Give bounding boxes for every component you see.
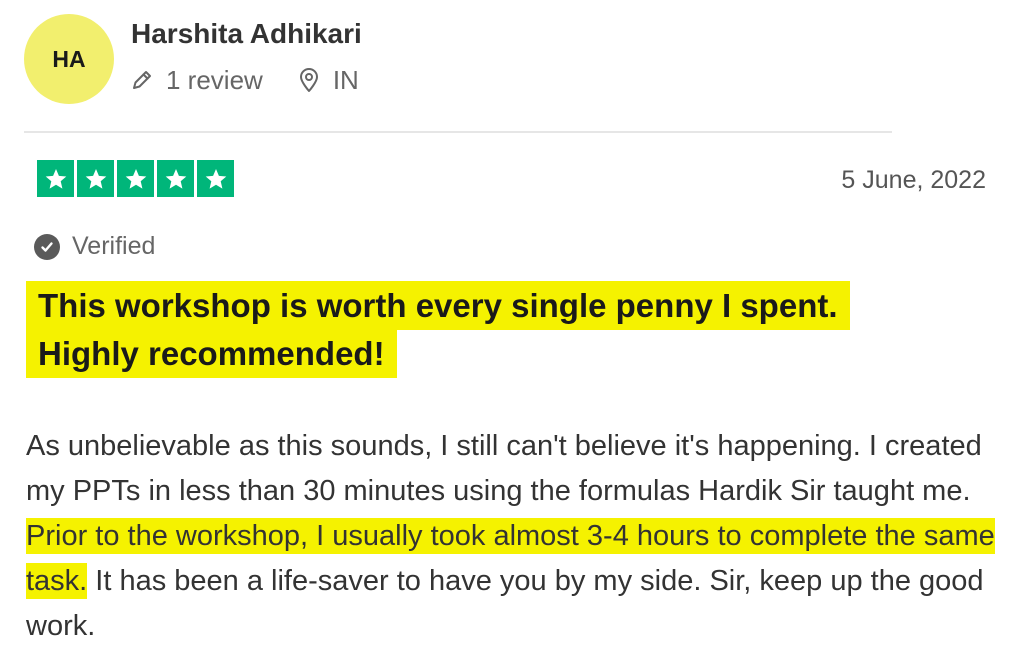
star-icon [37,160,74,197]
reviewer-name[interactable]: Harshita Adhikari [131,18,362,50]
reviewer-country: IN [332,64,359,95]
star-icon [77,160,114,197]
verified-badge[interactable]: Verified [34,232,155,261]
verified-label: Verified [72,232,156,260]
location-pin-icon [297,67,321,93]
avatar-initials: HA [52,45,86,72]
pencil-icon [130,68,154,92]
star-icon [157,160,194,197]
review-date: 5 June, 2022 [841,166,986,194]
reviewer-meta: 1 review IN [130,64,359,96]
review-body-text: As unbelievable as this sounds, I still … [26,430,982,507]
review-title[interactable]: This workshop is worth every single penn… [26,281,926,378]
avatar: HA [24,14,114,104]
star-icon [197,160,234,197]
divider [24,131,892,133]
star-rating [37,160,234,197]
verified-check-icon [34,233,60,260]
review-title-text: This workshop is worth every single penn… [26,281,850,378]
review-body: As unbelievable as this sounds, I still … [26,424,1001,649]
review-count: 1 review [166,64,263,95]
review-body-text-end: It has been a life-saver to have you by … [26,565,984,642]
star-icon [117,160,154,197]
